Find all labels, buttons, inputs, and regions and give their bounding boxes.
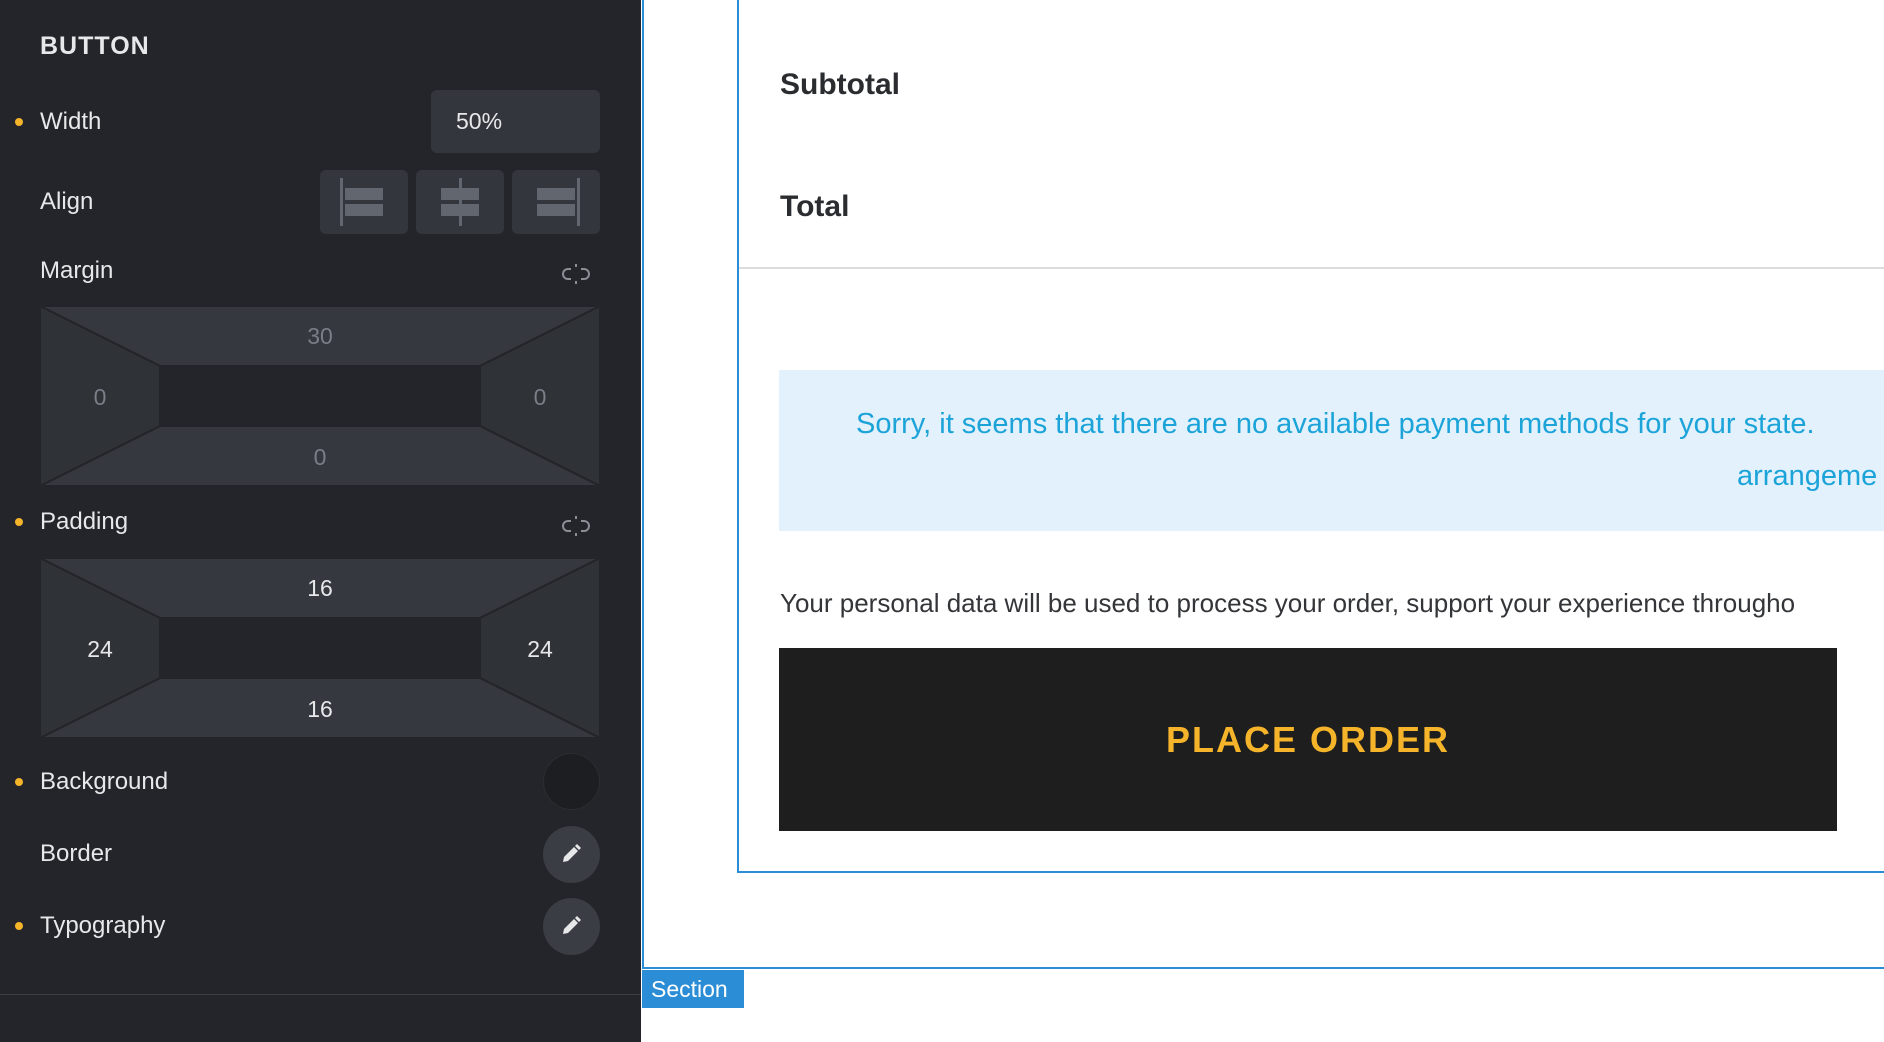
margin-bottom-input[interactable]: 0 (280, 444, 360, 471)
notice-text-line1: Sorry, it seems that there are no availa… (856, 408, 1815, 440)
panel-title: BUTTON (40, 32, 150, 60)
background-color-swatch[interactable] (543, 753, 600, 810)
padding-left-input[interactable]: 24 (60, 636, 140, 663)
modified-dot (15, 118, 23, 126)
align-label: Align (40, 188, 94, 215)
section-tag[interactable]: Section (642, 970, 744, 1008)
unlink-icon[interactable] (562, 264, 590, 284)
align-left-button[interactable] (320, 170, 408, 234)
notice-text-line2: arrangeme (1737, 460, 1878, 492)
place-order-button[interactable]: PLACE ORDER (779, 648, 1837, 831)
padding-box-control: 16 24 24 16 (40, 558, 600, 738)
panel-divider (0, 994, 641, 995)
pencil-icon (563, 844, 581, 862)
unlink-icon[interactable] (562, 516, 590, 536)
summary-divider (739, 267, 1884, 269)
align-right-button[interactable] (512, 170, 600, 234)
width-input[interactable]: 50% (431, 90, 600, 153)
margin-right-input[interactable]: 0 (500, 384, 580, 411)
modified-dot (15, 922, 23, 930)
align-right-icon (577, 178, 580, 226)
background-label: Background (40, 768, 169, 795)
align-center-button[interactable] (416, 170, 504, 234)
width-label: Width (40, 108, 102, 135)
pencil-icon (563, 916, 581, 934)
subtotal-label: Subtotal (780, 68, 900, 101)
modified-dot (15, 778, 23, 786)
align-left-icon (340, 178, 343, 226)
padding-label: Padding (40, 508, 129, 535)
typography-label: Typography (40, 912, 166, 939)
privacy-policy-text: Your personal data will be used to proce… (780, 588, 1796, 618)
margin-box-control: 30 0 0 0 (40, 306, 600, 486)
style-panel: BUTTON Width 50% Align Margin 30 0 0 0 P… (0, 0, 641, 1042)
padding-top-input[interactable]: 16 (280, 575, 360, 602)
border-label: Border (40, 840, 113, 867)
border-edit-button[interactable] (543, 826, 600, 883)
padding-right-input[interactable]: 24 (500, 636, 580, 663)
typography-edit-button[interactable] (543, 898, 600, 955)
margin-label: Margin (40, 257, 114, 284)
align-center-icon (459, 178, 462, 226)
modified-dot (15, 518, 23, 526)
payment-notice: Sorry, it seems that there are no availa… (779, 370, 1884, 531)
margin-left-input[interactable]: 0 (60, 384, 140, 411)
padding-bottom-input[interactable]: 16 (280, 696, 360, 723)
total-label: Total (780, 190, 850, 223)
margin-top-input[interactable]: 30 (280, 323, 360, 350)
